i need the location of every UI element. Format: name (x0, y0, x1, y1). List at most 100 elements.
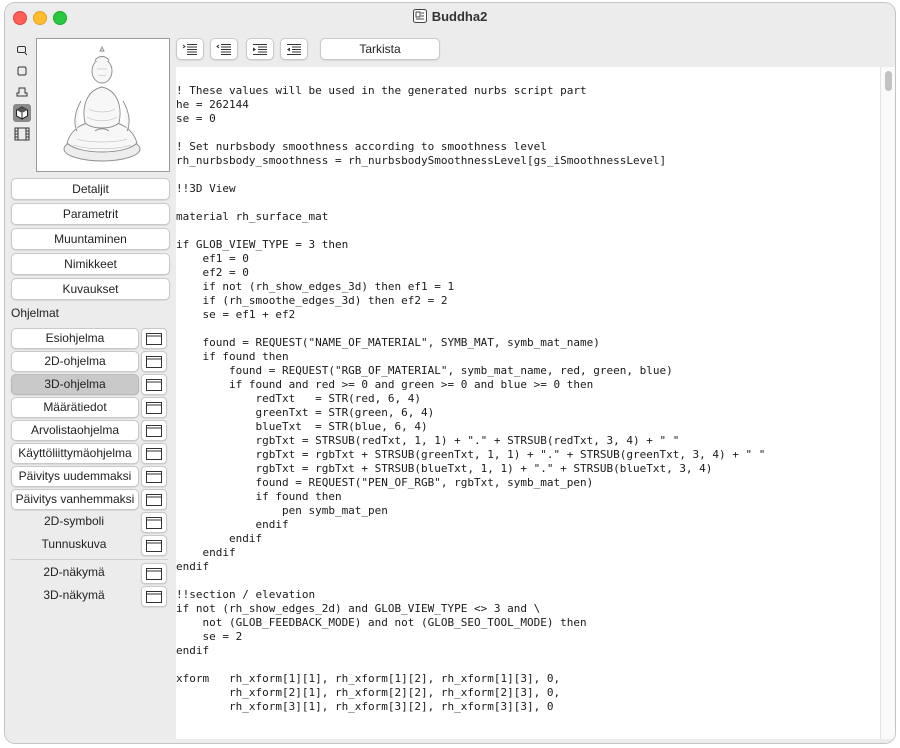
object-preview (36, 38, 170, 172)
script-editor[interactable]: ! These values will be used in the gener… (176, 67, 880, 739)
code-line[interactable]: se = 2 (176, 630, 880, 644)
open-window-button[interactable] (141, 489, 167, 510)
code-line[interactable]: blueTxt = STR(blue, 6, 4) (176, 420, 880, 434)
code-line[interactable]: ! These values will be used in the gener… (176, 84, 880, 98)
code-line[interactable]: rh_xform[3][1], rh_xform[3][2], rh_xform… (176, 700, 880, 714)
window-icon (146, 516, 162, 529)
code-line[interactable]: rgbTxt = STRSUB(redTxt, 1, 1) + "." + ST… (176, 434, 880, 448)
code-line[interactable]: !!section / elevation (176, 588, 880, 602)
code-line[interactable]: if GLOB_VIEW_TYPE = 3 then (176, 238, 880, 252)
open-window-button[interactable] (141, 443, 167, 464)
code-line[interactable]: rgbTxt = rgbTxt + STRSUB(blueTxt, 1, 1) … (176, 462, 880, 476)
outdent-left-button[interactable] (280, 38, 308, 60)
code-line[interactable]: if not (rh_show_edges_3d) then ef1 = 1 (176, 280, 880, 294)
filmstrip-tool[interactable] (13, 125, 31, 143)
open-window-button[interactable] (141, 420, 167, 441)
code-line[interactable]: if found then (176, 350, 880, 364)
code-line[interactable]: rh_nurbsbody_smoothness = rh_nurbsbodySm… (176, 154, 880, 168)
program-parameter-script[interactable]: Arvolistaohjelma (11, 420, 139, 441)
open-window-button[interactable] (141, 374, 167, 395)
title-bar: Buddha2 (5, 3, 895, 31)
open-window-button[interactable] (141, 512, 167, 533)
code-line[interactable]: redTxt = STR(red, 6, 4) (176, 392, 880, 406)
view-tool-column (13, 41, 33, 146)
window-icon (146, 332, 162, 345)
code-line[interactable] (176, 70, 880, 84)
open-window-button[interactable] (141, 563, 167, 584)
code-line[interactable] (176, 224, 880, 238)
program-2d-script[interactable]: 2D-ohjelma (11, 351, 139, 372)
open-window-button[interactable] (141, 535, 167, 556)
code-line[interactable] (176, 322, 880, 336)
nav-button-descriptions[interactable]: Kuvaukset (11, 278, 170, 300)
program-preview-picture[interactable]: Tunnuskuva (11, 535, 137, 554)
code-line[interactable]: ef2 = 0 (176, 266, 880, 280)
code-line[interactable]: endif (176, 532, 880, 546)
code-line[interactable]: greenTxt = STR(green, 6, 4) (176, 406, 880, 420)
window-icon (146, 493, 162, 506)
open-window-button[interactable] (141, 351, 167, 372)
rectangle-tool[interactable] (13, 62, 31, 80)
check-script-button[interactable]: Tarkista (320, 38, 440, 60)
program-3d-script[interactable]: 3D-ohjelma (11, 374, 139, 395)
code-line[interactable] (176, 574, 880, 588)
app-window: Buddha2 Detaljit Parametrit Muuntaminen … (5, 3, 895, 743)
code-line[interactable]: endif (176, 546, 880, 560)
program-2d-symbol[interactable]: 2D-symboli (11, 512, 137, 531)
script-code-text[interactable]: ! These values will be used in the gener… (176, 67, 880, 714)
open-window-button[interactable] (141, 397, 167, 418)
code-line[interactable]: endif (176, 560, 880, 574)
code-line[interactable]: material rh_surface_mat (176, 210, 880, 224)
code-line[interactable] (176, 126, 880, 140)
nav-button-transform[interactable]: Muuntaminen (11, 228, 170, 250)
program-3d-view[interactable]: 3D-näkymä (11, 586, 137, 605)
scrollbar-thumb[interactable] (885, 71, 892, 91)
editor-scrollbar[interactable] (880, 67, 895, 739)
code-line[interactable]: if (rh_smoothe_edges_3d) then ef2 = 2 (176, 294, 880, 308)
code-line[interactable]: found = REQUEST("PEN_OF_RGB", rgbTxt, sy… (176, 476, 880, 490)
select-2d-tool[interactable] (13, 41, 31, 59)
code-line[interactable]: endif (176, 518, 880, 532)
code-line[interactable]: ! Set nurbsbody smoothness according to … (176, 140, 880, 154)
code-line[interactable]: xform rh_xform[1][1], rh_xform[1][2], rh… (176, 672, 880, 686)
program-2d-view[interactable]: 2D-näkymä (11, 563, 137, 582)
code-line[interactable]: he = 262144 (176, 98, 880, 112)
nav-button-labels[interactable]: Nimikkeet (11, 253, 170, 275)
indent-right-button[interactable] (246, 38, 274, 60)
nav-button-parameters[interactable]: Parametrit (11, 203, 170, 225)
program-backward-migration[interactable]: Päivitys vanhemmaksi (11, 489, 139, 510)
window-title-wrap: Buddha2 (5, 9, 895, 24)
open-window-button[interactable] (141, 328, 167, 349)
select-2d-icon (17, 46, 28, 56)
open-window-button[interactable] (141, 586, 167, 607)
program-master-script[interactable]: Esiohjelma (11, 328, 139, 349)
indent-list-button[interactable] (176, 38, 204, 60)
sidebar-divider (11, 559, 168, 560)
code-line[interactable]: if found and red >= 0 and green >= 0 and… (176, 378, 880, 392)
code-line[interactable]: found = REQUEST("NAME_OF_MATERIAL", SYMB… (176, 336, 880, 350)
cube-3d-tool[interactable] (13, 104, 31, 122)
outdent-list-button[interactable] (210, 38, 238, 60)
nav-button-details[interactable]: Detaljit (11, 178, 170, 200)
code-line[interactable]: rh_xform[2][1], rh_xform[2][2], rh_xform… (176, 686, 880, 700)
code-line[interactable]: if not (rh_show_edges_2d) and GLOB_VIEW_… (176, 602, 880, 616)
code-line[interactable]: not (GLOB_FEEDBACK_MODE) and not (GLOB_S… (176, 616, 880, 630)
code-line[interactable]: se = ef1 + ef2 (176, 308, 880, 322)
program-properties[interactable]: Määrätiedot (11, 397, 139, 418)
program-interface-script[interactable]: Käyttöliittymäohjelma (11, 443, 139, 464)
window-icon (146, 401, 162, 414)
code-line[interactable]: !!3D View (176, 182, 880, 196)
object-tool[interactable] (13, 83, 31, 101)
code-line[interactable]: if found then (176, 490, 880, 504)
code-line[interactable]: pen symb_mat_pen (176, 504, 880, 518)
code-line[interactable]: ef1 = 0 (176, 252, 880, 266)
code-line[interactable] (176, 658, 880, 672)
code-line[interactable]: found = REQUEST("RGB_OF_MATERIAL", symb_… (176, 364, 880, 378)
code-line[interactable]: rgbTxt = rgbTxt + STRSUB(greenTxt, 1, 1)… (176, 448, 880, 462)
open-window-button[interactable] (141, 466, 167, 487)
code-line[interactable]: se = 0 (176, 112, 880, 126)
program-forward-migration[interactable]: Päivitys uudemmaksi (11, 466, 139, 487)
code-line[interactable] (176, 196, 880, 210)
code-line[interactable]: endif (176, 644, 880, 658)
code-line[interactable] (176, 168, 880, 182)
